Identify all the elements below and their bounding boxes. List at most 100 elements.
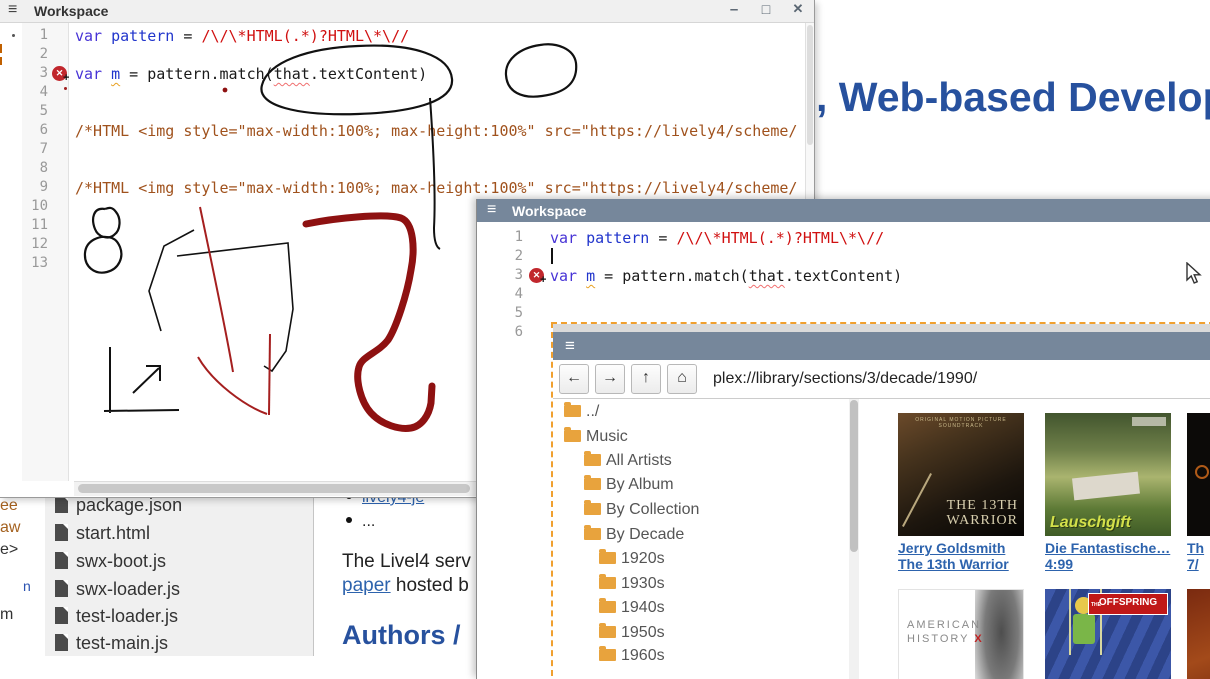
file-icon	[55, 580, 68, 597]
scrollbar-thumb[interactable]	[807, 25, 813, 145]
album-card: Lauschgift Die Fantastische… 4:99	[1045, 413, 1171, 572]
edge-tick	[0, 44, 2, 53]
tree-item[interactable]: By Album	[584, 476, 674, 494]
forward-button[interactable]: →	[595, 364, 625, 394]
bullet-dot	[346, 517, 352, 523]
text-cursor	[551, 248, 553, 264]
file-icon	[55, 552, 68, 569]
folder-icon	[584, 503, 601, 515]
close-button[interactable]: ✕	[786, 1, 810, 21]
code-line-6[interactable]: /*HTML <img style="max-width:100%; max-h…	[75, 122, 797, 140]
hamburger-menu-icon[interactable]: ≡	[487, 201, 496, 219]
file-row[interactable]: test-loader.js	[55, 606, 178, 630]
line-number: 4	[22, 84, 48, 100]
album-link[interactable]: 7/	[1187, 556, 1210, 572]
browser-titlebar[interactable]: ≡	[553, 332, 1210, 360]
code-line-3[interactable]: var m = pattern.match(that.textContent)	[75, 65, 427, 83]
url-input[interactable]: plex://library/sections/3/decade/1990/	[713, 370, 977, 388]
maximize-button[interactable]: □	[754, 1, 778, 21]
line-number: 6	[22, 122, 48, 138]
file-row[interactable]: swx-boot.js	[55, 551, 166, 575]
file-icon	[55, 607, 68, 624]
album-link[interactable]: The 13th Warrior	[898, 556, 1024, 572]
folder-icon	[584, 454, 601, 466]
browser-toolbar: ← → ↑ ⌂ plex://library/sections/3/decade…	[553, 360, 1210, 399]
red-dot	[223, 88, 228, 93]
line-number: 12	[22, 236, 48, 252]
album-cover-lauschgift[interactable]: Lauschgift	[1045, 413, 1171, 536]
tree-item[interactable]: 1940s	[599, 599, 665, 617]
figure-eight-doodle	[85, 208, 121, 273]
embedded-file-browser: ≡ ← → ↑ ⌂ plex://library/sections/3/deca…	[551, 322, 1210, 679]
code-line-3[interactable]: var m = pattern.match(that.textContent)	[550, 267, 902, 285]
tree-item[interactable]: 1920s	[599, 550, 665, 568]
folder-icon	[599, 552, 616, 564]
line-number: 5	[22, 103, 48, 119]
folder-tree: ../ Music All Artists By Album By Collec…	[553, 399, 849, 679]
cover-text: ORIGINAL MOTION PICTURE SOUNDTRACK	[898, 417, 1024, 429]
scrollbar-thumb[interactable]	[78, 484, 470, 493]
home-button[interactable]: ⌂	[667, 364, 697, 394]
window-title: Workspace	[512, 203, 586, 219]
scrollbar-thumb[interactable]	[850, 400, 858, 552]
error-dot	[64, 87, 67, 90]
hamburger-menu-icon[interactable]: ≡	[565, 336, 575, 356]
file-row[interactable]: test-main.js	[55, 633, 168, 657]
workspace-window-2: ≡ Workspace 1 2 3 4 5 6 ✕ + var pattern …	[476, 199, 1210, 679]
album-cover-dark[interactable]	[1187, 413, 1210, 536]
file-row[interactable]: start.html	[55, 523, 150, 547]
album-grid: ORIGINAL MOTION PICTURE SOUNDTRACK THE 1…	[859, 399, 1210, 679]
file-icon	[55, 524, 68, 541]
tree-item[interactable]: 1950s	[599, 624, 665, 642]
file-list-panel: package.json start.html swx-boot.js swx-…	[45, 487, 314, 656]
album-link[interactable]: 4:99	[1045, 556, 1171, 572]
album-cover-offspring[interactable]: THEOFFSPRING	[1045, 589, 1171, 679]
tree-item[interactable]: All Artists	[584, 452, 672, 470]
black-polyline-right	[177, 243, 293, 371]
text-fragment: n	[23, 578, 31, 594]
album-cover-american-history-x[interactable]: AMERICANHISTORY X	[898, 589, 1024, 679]
minimize-button[interactable]: –	[722, 1, 746, 21]
line-number: 11	[22, 217, 48, 233]
titlebar[interactable]: ≡ Workspace	[477, 199, 1210, 222]
axis-sketch	[104, 347, 179, 413]
code-line-1[interactable]: var pattern = /\/\*HTML(.*)?HTML\*\//	[550, 229, 884, 247]
up-button[interactable]: ↑	[631, 364, 661, 394]
tree-item[interactable]: Music	[564, 428, 628, 446]
hamburger-menu-icon[interactable]: ≡	[8, 1, 17, 19]
tree-item[interactable]: 1960s	[599, 647, 665, 665]
text-fragment: m	[0, 606, 13, 624]
tree-item[interactable]: By Decade	[584, 526, 684, 544]
album-card: AMERICANHISTORY X	[898, 589, 1024, 679]
folder-icon	[599, 577, 616, 589]
file-row[interactable]: package.json	[55, 495, 182, 519]
cover-title: Lauschgift	[1050, 514, 1131, 532]
artist-link[interactable]: Die Fantastische…	[1045, 540, 1171, 556]
folder-icon	[599, 601, 616, 613]
album-cover-red[interactable]	[1187, 589, 1210, 679]
code-line-9[interactable]: /*HTML <img style="max-width:100%; max-h…	[75, 179, 797, 197]
window-title: Workspace	[34, 3, 108, 19]
kid-graphic	[1073, 614, 1095, 644]
tree-item[interactable]: By Collection	[584, 501, 699, 519]
back-button[interactable]: ←	[559, 364, 589, 394]
album-cover-13th-warrior[interactable]: ORIGINAL MOTION PICTURE SOUNDTRACK THE 1…	[898, 413, 1024, 536]
album-card	[1187, 589, 1210, 679]
paper-link[interactable]: paper	[342, 575, 391, 596]
titlebar[interactable]: ≡ Workspace – □ ✕	[0, 0, 814, 23]
file-row[interactable]: swx-loader.js	[55, 579, 180, 603]
text-fragment: aw	[0, 519, 20, 537]
folder-icon	[599, 649, 616, 661]
error-plus-icon: +	[63, 72, 69, 84]
paragraph-line: paper hosted b	[342, 575, 469, 597]
artist-link[interactable]: Th	[1187, 540, 1210, 556]
code-line-1[interactable]: var pattern = /\/\*HTML(.*)?HTML\*\//	[75, 27, 409, 45]
text-fragment: ee	[0, 497, 18, 515]
tree-item[interactable]: 1930s	[599, 575, 665, 593]
line-number: 13	[22, 255, 48, 271]
artist-link[interactable]: Jerry Goldsmith	[898, 540, 1024, 556]
line-number: 3	[499, 267, 523, 283]
tree-scrollbar[interactable]	[849, 399, 859, 679]
tree-item[interactable]: ../	[564, 403, 599, 421]
band-logo: THEOFFSPRING	[1088, 593, 1168, 615]
